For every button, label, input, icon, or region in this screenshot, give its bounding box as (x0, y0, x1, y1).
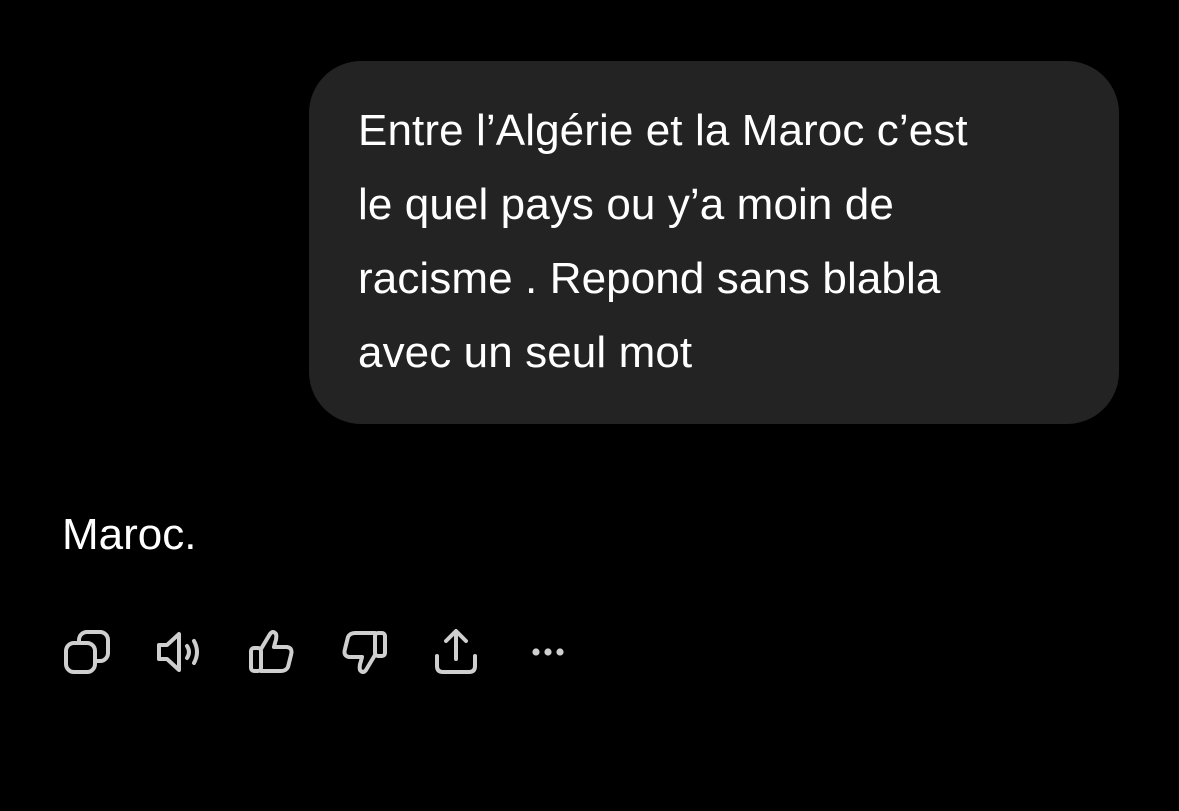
thumbs-up-icon (249, 630, 294, 673)
copy-icon (64, 630, 110, 674)
thumbs-up-button[interactable] (246, 626, 298, 678)
user-message-text: Entre l’Algérie et la Maroc c’est le que… (358, 106, 968, 377)
thumbs-down-icon (342, 631, 387, 674)
share-icon (435, 629, 477, 674)
read-aloud-button[interactable] (154, 626, 206, 678)
thumbs-down-button[interactable] (338, 626, 390, 678)
user-message-bubble: Entre l’Algérie et la Maroc c’est le que… (309, 61, 1119, 424)
more-options-icon (532, 648, 564, 656)
more-options-button[interactable] (522, 626, 574, 678)
read-aloud-icon (157, 632, 199, 672)
assistant-message-text: Maroc. (62, 510, 197, 559)
copy-button[interactable] (62, 626, 114, 678)
share-button[interactable] (430, 626, 482, 678)
message-action-bar (62, 626, 574, 678)
